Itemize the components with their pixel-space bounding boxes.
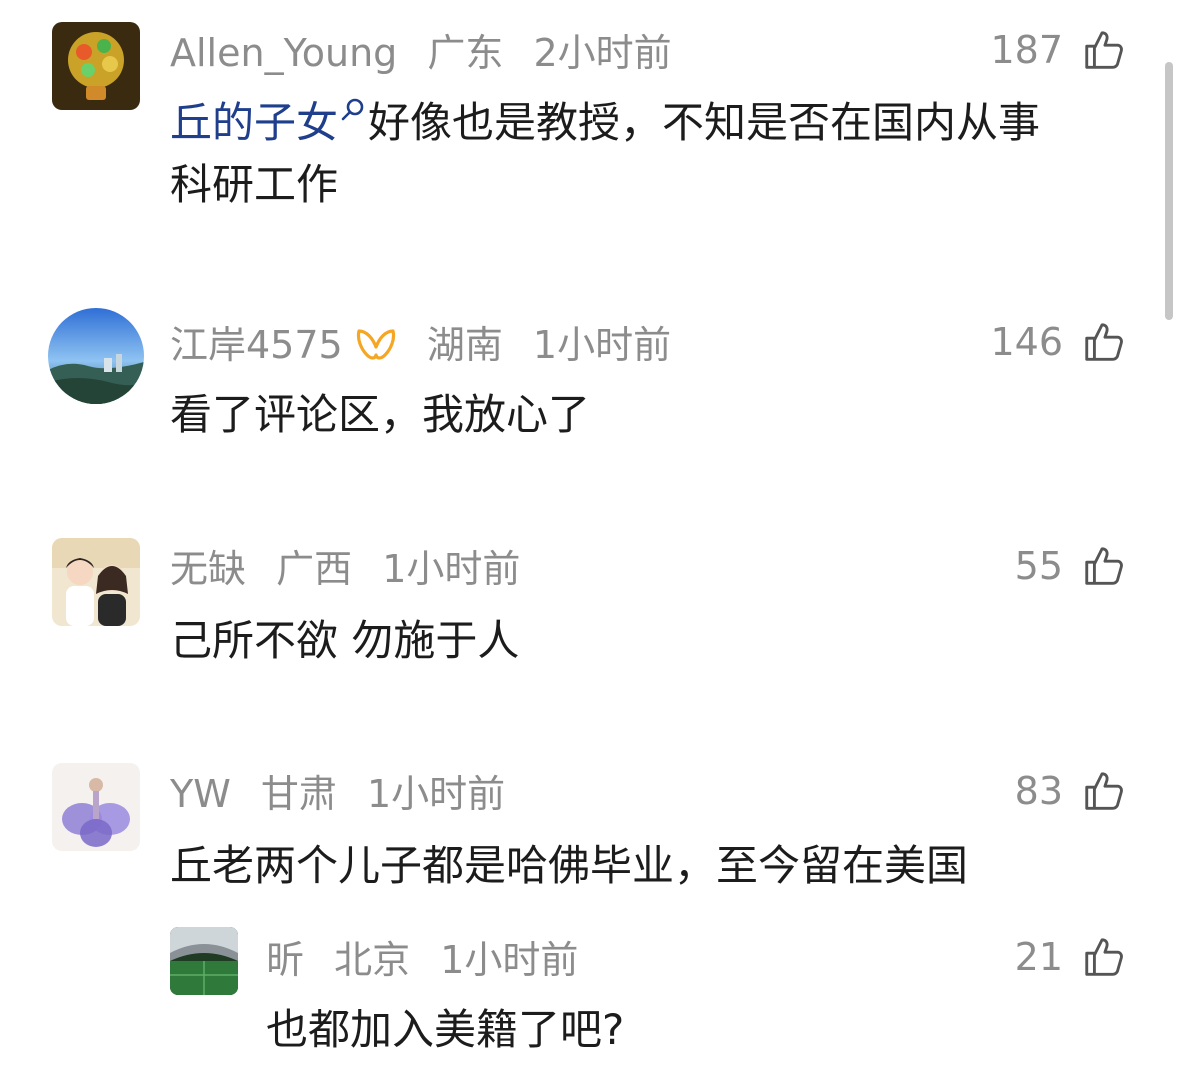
comment-text: 看了评论区，我放心了 [170,390,591,439]
reply-text: 也都加入美籍了吧? [266,1005,625,1054]
like-count: 83 [1014,769,1063,813]
avatar-image [170,927,238,995]
avatar[interactable] [48,308,144,404]
thumbs-up-icon[interactable] [1081,543,1127,589]
like-count: 146 [990,320,1063,364]
like-control[interactable]: 187 [990,26,1127,74]
thumbs-up-icon[interactable] [1081,319,1127,365]
vip-badge-icon [355,325,397,365]
avatar-image [52,538,140,626]
avatar[interactable] [52,22,140,110]
like-control[interactable]: 146 [990,318,1127,366]
avatar[interactable] [52,763,140,851]
avatar[interactable] [170,927,238,995]
like-control[interactable]: 83 [1015,767,1127,815]
thumbs-up-icon[interactable] [1081,768,1127,814]
comment-meta: Allen_Young 广东 2小时前 [170,26,672,77]
username[interactable]: 江岸4575 [170,321,343,369]
comment-meta: 无缺 广西 1小时前 [170,542,520,593]
timestamp: 1小时前 [532,322,672,367]
comment-text-continued: 科研工作 [170,160,339,209]
like-count: 187 [990,28,1063,72]
comment-item: 江岸4575 湖南 1小时前 146 看了评论区，我放心了 [0,300,1179,500]
timestamp: 1小时前 [440,937,579,982]
mention-link[interactable]: 丘的子女 [170,98,338,147]
scrollbar[interactable] [1165,62,1173,320]
timestamp: 1小时前 [367,771,506,816]
comment-meta: 江岸4575 湖南 1小时前 [170,318,671,369]
comment-text-main: 好像也是教授，不知是否在国内从事 [368,98,1041,147]
username[interactable]: 无缺 [170,545,246,593]
avatar-image [52,22,140,110]
location-label: 广西 [276,546,353,591]
username[interactable]: YW [170,770,231,818]
like-count: 21 [1014,935,1063,979]
search-icon[interactable] [340,96,366,122]
comment-text: 丘老两个儿子都是哈佛毕业，至今留在美国 [170,841,969,890]
comment-text: 己所不欲 勿施于人 [170,616,520,665]
timestamp: 2小时前 [533,30,672,75]
thumbs-up-icon[interactable] [1081,27,1127,73]
avatar[interactable] [52,538,140,626]
reply-meta: 昕 北京 1小时前 [266,933,578,984]
reply-item: 昕 北京 1小时前 21 也都加入美籍了吧? [0,923,1179,1083]
like-control[interactable]: 55 [1015,542,1127,590]
thumbs-up-icon[interactable] [1081,934,1127,980]
comment-item: 无缺 广西 1小时前 55 己所不欲 勿施于人 [0,520,1179,720]
avatar-image [52,763,140,851]
timestamp: 1小时前 [382,546,521,591]
location-label: 湖南 [426,322,503,367]
location-label: 广东 [427,30,504,75]
avatar-image [48,308,144,404]
like-control[interactable]: 21 [1015,933,1127,981]
username[interactable]: Allen_Young [170,29,397,77]
location-label: 甘肃 [260,771,337,816]
location-label: 北京 [334,937,411,982]
comment-item: YW 甘肃 1小时前 83 丘老两个儿子都是哈佛毕业，至今留在美国 昕 北京 1… [0,745,1179,1085]
comment-meta: YW 甘肃 1小时前 [170,767,505,818]
like-count: 55 [1014,544,1063,588]
comment-item: Allen_Young 广东 2小时前 187 丘的子女 好像也是教授，不知是否在… [0,0,1179,280]
username[interactable]: 昕 [266,936,304,984]
comment-text: 丘的子女 好像也是教授，不知是否在国内从事 科研工作 [170,92,1130,216]
